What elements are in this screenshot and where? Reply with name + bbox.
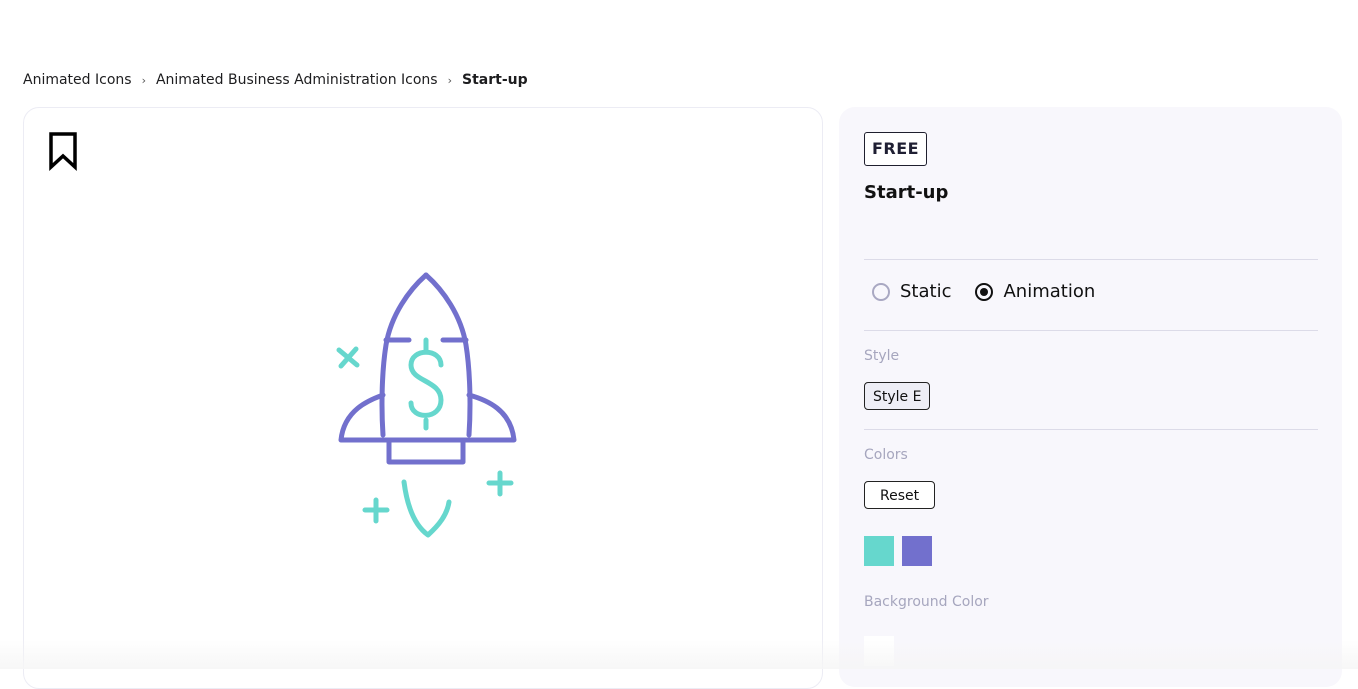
divider (864, 429, 1318, 430)
style-select-button[interactable]: Style E (864, 382, 931, 410)
breadcrumb: Animated Icons › Animated Business Admin… (23, 70, 528, 90)
background-color-swatch[interactable] (864, 636, 894, 666)
radio-animation[interactable]: Animation (975, 281, 1095, 302)
radio-animation-circle[interactable] (975, 282, 994, 301)
mode-radio-group: Static Animation (872, 281, 1119, 302)
breadcrumb-current: Start-up (462, 72, 528, 88)
rocket-body (338, 272, 517, 465)
colors-label: Colors (864, 447, 908, 463)
breadcrumb-separator: › (141, 73, 146, 87)
background-color-label: Background Color (864, 594, 989, 610)
icon-details-panel: FREE Start-up Static Animation Style Sty… (839, 107, 1342, 687)
breadcrumb-separator: › (447, 73, 453, 87)
divider (864, 330, 1318, 331)
radio-static[interactable]: Static (872, 281, 951, 302)
radio-static-label: Static (900, 281, 952, 302)
style-label: Style (864, 348, 900, 364)
breadcrumb-business-administration[interactable]: Animated Business Administration Icons (156, 72, 438, 88)
bookmark-icon[interactable] (47, 131, 79, 171)
breadcrumb-animated-icons[interactable]: Animated Icons (23, 72, 132, 88)
radio-static-circle[interactable] (872, 282, 890, 301)
radio-animation-label: Animation (1003, 281, 1096, 302)
color-swatch-purple[interactable] (902, 536, 932, 566)
reset-colors-button[interactable]: Reset (864, 481, 936, 509)
divider (864, 259, 1318, 260)
free-badge: FREE (864, 132, 928, 166)
rocket-dollar-icon (336, 272, 517, 538)
color-swatch-teal[interactable] (864, 536, 894, 566)
icon-title: Start-up (864, 182, 949, 203)
icon-preview-card (23, 107, 823, 689)
